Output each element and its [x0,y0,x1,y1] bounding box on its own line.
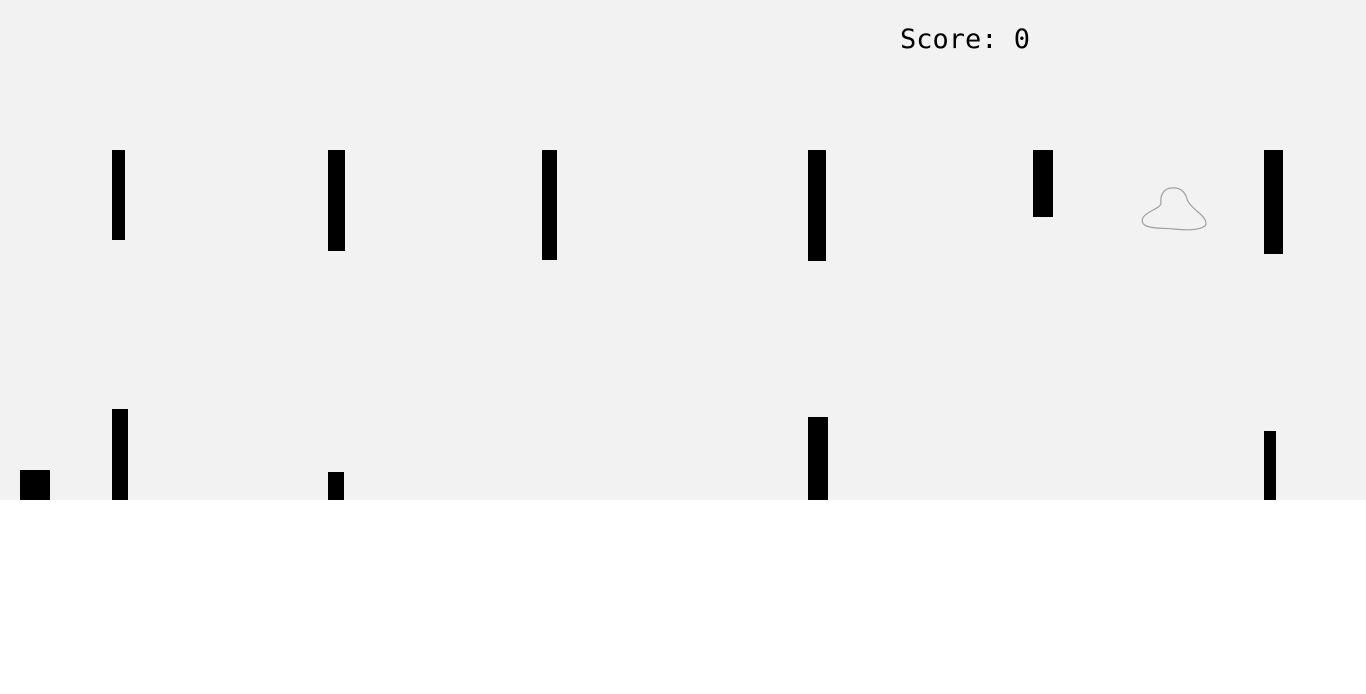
obstacle-bottom-1 [20,470,50,500]
obstacle-top-2 [328,150,345,251]
score-label: Score: [900,24,1014,55]
obstacle-bottom-4 [808,417,828,500]
player-sprite [1138,185,1208,233]
score-display: Score: 0 [900,23,1030,57]
page-background [0,500,1366,694]
obstacle-top-4 [808,150,826,261]
cloud-blob-icon [1141,187,1207,231]
obstacle-top-6 [1264,150,1283,254]
obstacle-bottom-5 [1264,431,1276,500]
obstacle-bottom-3 [328,472,344,500]
obstacle-bottom-2 [112,409,128,500]
obstacle-top-3 [542,150,557,260]
game-canvas[interactable]: Score: 0 [0,0,1366,500]
score-value: 0 [1013,24,1031,55]
obstacle-top-5 [1033,150,1053,217]
obstacle-top-1 [112,150,125,240]
